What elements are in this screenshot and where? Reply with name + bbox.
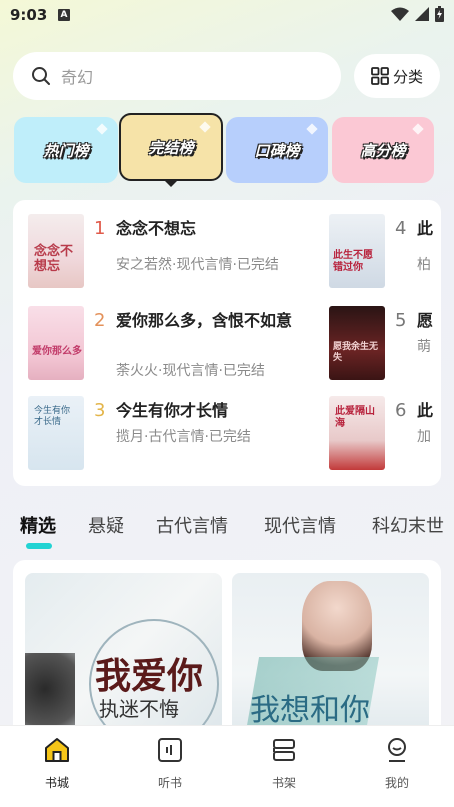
book-meta: 揽月·古代言情·已完结 [116, 429, 251, 445]
list-item[interactable]: 今生有你才长情 3 今生有你才长情 揽月·古代言情·已完结 [28, 396, 318, 472]
rank-number: 5 [395, 310, 407, 331]
book-cover: 此爱隔山海 [329, 396, 385, 470]
book-meta: 荼火火·现代言情·已完结 [116, 363, 265, 379]
status-bar: 9:03 A [0, 0, 454, 32]
book-title: 此 [417, 219, 434, 238]
tab-featured[interactable]: 精选 [20, 512, 56, 538]
tab-hot-ranking[interactable]: 热门榜 [14, 117, 118, 183]
star-decoration-icon [306, 123, 318, 135]
nav-bookstore[interactable]: 书城 [17, 736, 97, 791]
featured-book-image[interactable]: 我爱你 执迷不悔 [25, 573, 222, 740]
tab-label: 高分榜 [360, 141, 406, 160]
book-cover: 愿我余生无失 [329, 306, 385, 380]
book-cover: 此生不愿错过你 [329, 214, 385, 288]
nav-label: 我的 [384, 776, 409, 790]
nav-label: 听书 [157, 776, 182, 790]
tab-suspense[interactable]: 悬疑 [88, 512, 124, 538]
list-item[interactable]: 念念不想忘 1 念念不想忘 安之若然·现代言情·已完结 [28, 214, 318, 290]
featured-title-big: 我想和你 [250, 693, 370, 728]
nav-profile[interactable]: 我的 [357, 736, 437, 791]
book-title: 念念不想忘 [116, 219, 197, 238]
nav-label: 书架 [271, 776, 296, 790]
star-decoration-icon [412, 123, 424, 135]
book-title: 此 [417, 401, 434, 420]
list-item[interactable]: 愿我余生无失 5 愿 萌 [329, 306, 441, 382]
profile-icon [388, 738, 406, 762]
rank-number: 2 [94, 310, 106, 331]
tab-high-score-ranking[interactable]: 高分榜 [332, 117, 434, 183]
grid-icon [371, 67, 389, 85]
book-cover: 今生有你才长情 [28, 396, 84, 470]
signal-icon [415, 7, 429, 21]
tab-label: 热门榜 [43, 141, 89, 160]
nav-audiobook[interactable]: 听书 [130, 736, 210, 791]
book-meta: 柏 [417, 257, 431, 273]
category-label: 分类 [392, 67, 423, 86]
book-cover: 爱你那么多 [28, 306, 84, 380]
tab-label: 完结榜 [148, 138, 194, 157]
audio-book-icon [158, 738, 182, 762]
tab-scifi[interactable]: 科幻末世 [372, 512, 444, 538]
nav-bookshelf[interactable]: 书架 [244, 736, 324, 791]
search-placeholder: 奇幻 [61, 68, 94, 87]
book-cover: 念念不想忘 [28, 214, 84, 288]
rank-number: 3 [94, 400, 106, 421]
featured-card: 我爱你 执迷不悔 我想和你 [13, 560, 441, 740]
home-icon [45, 738, 69, 762]
star-decoration-icon [96, 123, 108, 135]
book-meta: 萌 [417, 339, 431, 355]
featured-title-big: 我爱你 [95, 655, 204, 697]
featured-title-small: 执迷不悔 [99, 697, 179, 721]
list-item[interactable]: 此生不愿错过你 4 此 柏 [329, 214, 441, 290]
tab-completed-ranking[interactable]: 完结榜 [119, 113, 223, 181]
nav-label: 书城 [44, 776, 69, 790]
active-tab-indicator [26, 543, 52, 549]
book-meta: 安之若然·现代言情·已完结 [116, 257, 279, 273]
category-button[interactable]: 分类 [354, 54, 440, 98]
tab-ancient-romance[interactable]: 古代言情 [156, 512, 228, 538]
book-title: 今生有你才长情 [116, 401, 229, 420]
tab-modern-romance[interactable]: 现代言情 [264, 512, 336, 538]
genre-tabs: 精选 悬疑 古代言情 现代言情 科幻末世 [0, 512, 454, 552]
bottom-nav: 书城 听书 书架 我的 [0, 725, 454, 807]
notification-a-icon: A [58, 9, 70, 21]
status-time: 9:03 [10, 6, 48, 24]
rank-number: 6 [395, 400, 407, 421]
tab-label: 口碑榜 [254, 141, 300, 160]
search-icon [32, 67, 50, 85]
bookshelf-icon [273, 739, 295, 761]
ranking-list-card: 念念不想忘 1 念念不想忘 安之若然·现代言情·已完结 爱你那么多 2 爱你那么… [13, 200, 441, 486]
battery-icon [435, 6, 444, 22]
book-title: 愿 [417, 311, 434, 330]
book-meta: 加 [417, 429, 431, 445]
featured-book-image[interactable]: 我想和你 [232, 573, 429, 740]
search-bar[interactable]: 奇幻 [13, 52, 341, 100]
star-decoration-icon [199, 121, 211, 133]
tab-reputation-ranking[interactable]: 口碑榜 [226, 117, 328, 183]
list-item[interactable]: 此爱隔山海 6 此 加 [329, 396, 441, 472]
book-title: 爱你那么多，含恨不如意 [116, 311, 293, 330]
active-tab-pointer [164, 180, 178, 187]
rank-number: 4 [395, 218, 407, 239]
rank-number: 1 [94, 218, 106, 239]
list-item[interactable]: 爱你那么多 2 爱你那么多，含恨不如意 荼火火·现代言情·已完结 [28, 306, 318, 382]
wifi-icon [391, 7, 409, 21]
